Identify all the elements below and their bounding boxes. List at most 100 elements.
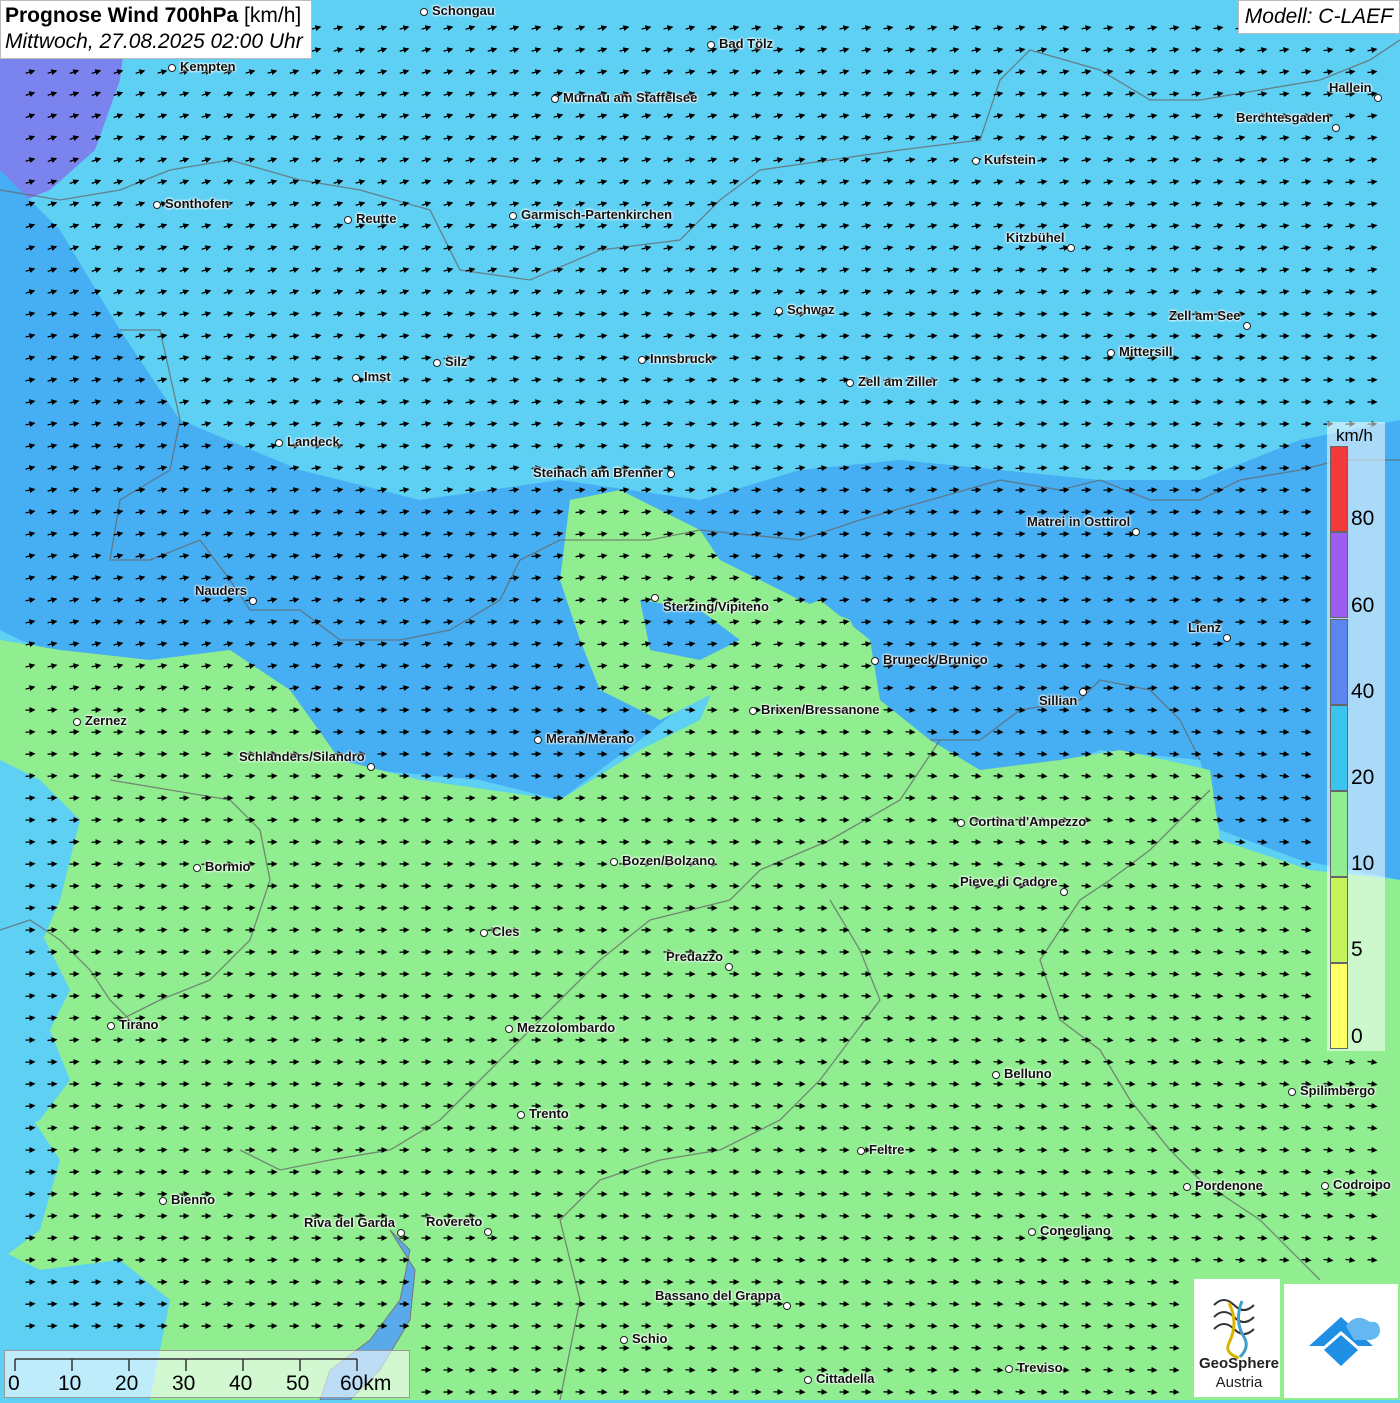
wind-arrow xyxy=(1302,864,1311,865)
wind-arrow xyxy=(1016,842,1025,843)
wind-arrow xyxy=(114,996,123,997)
wind-arrow xyxy=(378,1040,387,1041)
wind-arrow xyxy=(1258,578,1267,579)
wind-arrow xyxy=(994,1128,1003,1129)
wind-arrow xyxy=(972,600,981,601)
wind-arrow xyxy=(1170,1018,1179,1019)
wind-arrow xyxy=(1016,314,1025,315)
wind-arrow xyxy=(884,468,893,469)
wind-arrow xyxy=(26,864,35,865)
wind-arrow xyxy=(1214,974,1223,975)
wind-arrow xyxy=(1148,776,1157,777)
wind-arrow xyxy=(268,820,277,821)
wind-arrow xyxy=(1038,688,1047,689)
city-label: Pieve di Cadore xyxy=(960,874,1058,889)
wind-arrow xyxy=(1170,512,1179,513)
wind-arrow xyxy=(1148,996,1157,997)
wind-arrow xyxy=(1060,1106,1069,1107)
geosphere-icon xyxy=(1194,1285,1280,1365)
wind-arrow xyxy=(1192,1150,1201,1151)
city-label: Bassano del Grappa xyxy=(655,1288,781,1303)
wind-arrow xyxy=(730,864,739,865)
wind-arrow xyxy=(972,578,981,579)
wind-arrow xyxy=(1060,688,1069,689)
wind-arrow xyxy=(48,1260,57,1261)
wind-arrow xyxy=(730,644,739,645)
city-label: Sillian xyxy=(1039,693,1077,708)
wind-arrow xyxy=(928,534,937,535)
wind-arrow xyxy=(994,424,1003,425)
wind-arrow xyxy=(1082,776,1091,777)
wind-arrow xyxy=(1236,952,1245,953)
wind-arrow xyxy=(1302,930,1311,931)
wind-arrow xyxy=(1016,710,1025,711)
wind-arrow xyxy=(92,1282,101,1283)
wind-arrow xyxy=(1280,380,1289,381)
wind-arrow xyxy=(774,1128,783,1129)
wind-arrow xyxy=(686,380,695,381)
wind-arrow xyxy=(1236,666,1245,667)
wind-arrow xyxy=(1192,1238,1201,1239)
wind-arrow xyxy=(1104,1282,1113,1283)
wind-arrow xyxy=(48,996,57,997)
wind-arrow xyxy=(1016,336,1025,337)
wind-arrow xyxy=(92,842,101,843)
wind-arrow xyxy=(928,424,937,425)
wind-arrow xyxy=(1236,556,1245,557)
wind-arrow xyxy=(752,886,761,887)
city-marker xyxy=(804,1376,812,1384)
wind-arrow xyxy=(180,1260,189,1261)
wind-arrow xyxy=(158,1260,167,1261)
wind-arrow xyxy=(950,1326,959,1327)
wind-arrow xyxy=(994,1150,1003,1151)
wind-arrow xyxy=(1082,1018,1091,1019)
wind-arrow xyxy=(972,798,981,799)
wind-arrow xyxy=(378,820,387,821)
wind-arrow xyxy=(1126,1194,1135,1195)
wind-arrow xyxy=(950,974,959,975)
wind-arrow xyxy=(1016,1392,1025,1393)
wind-arrow xyxy=(1280,1150,1289,1151)
wind-arrow xyxy=(730,446,739,447)
wind-arrow xyxy=(818,732,827,733)
wind-arrow xyxy=(994,314,1003,315)
city-marker xyxy=(871,657,879,665)
wind-arrow xyxy=(92,710,101,711)
wind-arrow xyxy=(840,974,849,975)
wind-arrow xyxy=(1302,424,1311,425)
wind-arrow xyxy=(1126,468,1135,469)
wind-arrow xyxy=(906,1282,915,1283)
city-marker xyxy=(1067,244,1075,252)
city-label: Bienno xyxy=(171,1192,215,1207)
wind-arrow xyxy=(1346,1128,1355,1129)
wind-arrow xyxy=(906,534,915,535)
wind-arrow xyxy=(1170,820,1179,821)
wind-arrow xyxy=(1170,600,1179,601)
wind-arrow xyxy=(752,336,761,337)
wind-arrow xyxy=(334,996,343,997)
city-marker xyxy=(420,8,428,16)
city-marker xyxy=(153,201,161,209)
wind-arrow xyxy=(1082,468,1091,469)
wind-arrow xyxy=(1082,622,1091,623)
wind-arrow xyxy=(1060,996,1069,997)
wind-arrow xyxy=(1236,776,1245,777)
wind-arrow xyxy=(1060,336,1069,337)
wind-arrow xyxy=(114,1216,123,1217)
wind-arrow xyxy=(994,908,1003,909)
wind-arrow xyxy=(862,556,871,557)
wind-arrow xyxy=(1236,688,1245,689)
wind-arrow xyxy=(906,842,915,843)
wind-arrow xyxy=(1016,534,1025,535)
wind-arrow xyxy=(1346,358,1355,359)
wind-arrow xyxy=(1060,556,1069,557)
wind-arrow xyxy=(950,1084,959,1085)
wind-arrow xyxy=(1192,908,1201,909)
wind-arrow xyxy=(730,666,739,667)
wind-arrow xyxy=(1258,776,1267,777)
weather-app-logo[interactable] xyxy=(1284,1284,1398,1398)
wind-arrow xyxy=(246,886,255,887)
wind-arrow xyxy=(1038,468,1047,469)
city-marker xyxy=(707,41,715,49)
wind-arrow xyxy=(1192,930,1201,931)
